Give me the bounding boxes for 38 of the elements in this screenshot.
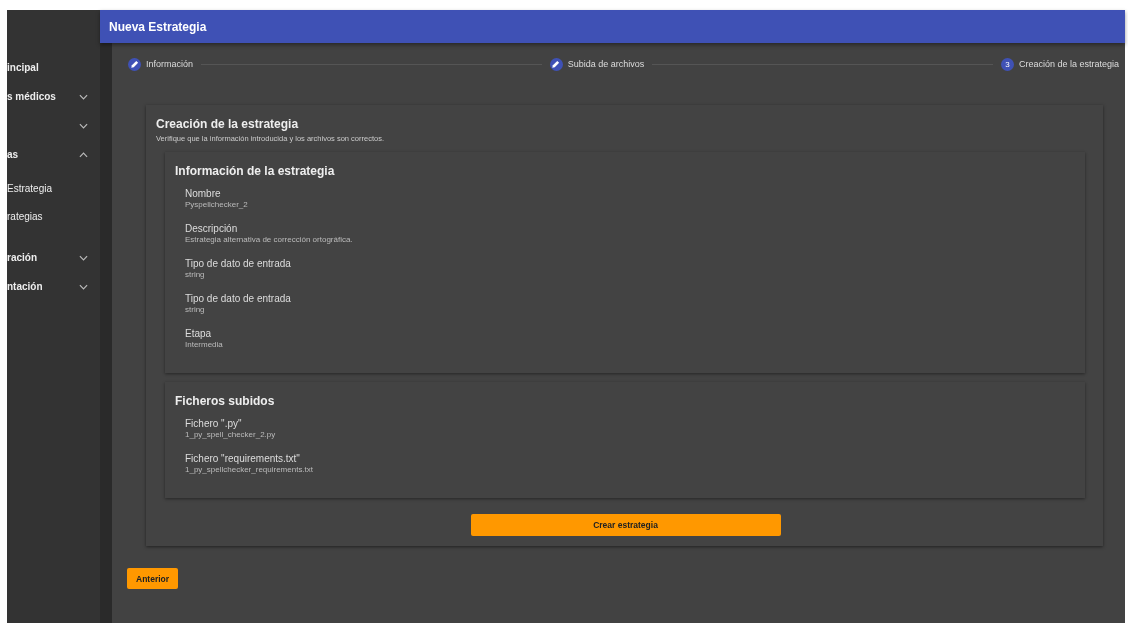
section-title: Ficheros subidos bbox=[175, 394, 276, 408]
field-value: 1_py_spell_checker_2.py bbox=[185, 430, 277, 439]
sidebar-item[interactable]: incipal bbox=[7, 62, 39, 73]
pencil-icon bbox=[549, 57, 563, 71]
sidebar-subitem[interactable]: rategias bbox=[7, 207, 100, 235]
field-label: Fichero "requirements.txt" bbox=[185, 453, 301, 464]
back-button[interactable]: Anterior bbox=[127, 568, 179, 589]
step-number: 3 bbox=[1000, 57, 1014, 71]
field-label: Descripción bbox=[185, 223, 239, 234]
card-title: Creación de la estrategia bbox=[156, 117, 300, 131]
chevron-down-icon[interactable] bbox=[79, 254, 88, 261]
field-label: Tipo de dato de entrada bbox=[185, 258, 292, 269]
field-value: string bbox=[185, 270, 206, 279]
field-value: Estrategia alternativa de corrección ortográfica. bbox=[185, 235, 354, 244]
field-label: Tipo de dato de entrada bbox=[185, 293, 292, 304]
step-label[interactable]: Creación de la estrategia bbox=[1018, 59, 1119, 69]
sidebar-item[interactable]: ración bbox=[7, 252, 37, 263]
sidebar-subitem[interactable]: Estrategia bbox=[7, 179, 100, 207]
field-label: Fichero ".py" bbox=[185, 418, 243, 429]
field-value: string bbox=[185, 305, 206, 314]
section-title: Información de la estrategia bbox=[175, 164, 336, 178]
field-label: Nombre bbox=[185, 188, 222, 199]
sidebar-item[interactable]: ntación bbox=[7, 281, 43, 292]
field-value: Pyspellchecker_2 bbox=[185, 200, 249, 209]
page-title: Nueva Estrategia bbox=[109, 19, 207, 34]
step-label[interactable]: Información bbox=[146, 59, 194, 69]
field-label: Etapa bbox=[185, 328, 213, 339]
sidebar-item[interactable]: as bbox=[7, 149, 19, 160]
step-label[interactable]: Subida de archivos bbox=[567, 59, 645, 69]
field-value: 1_py_spellchecker_requirements.txt bbox=[185, 465, 315, 474]
pencil-icon bbox=[128, 57, 141, 71]
chevron-down-icon[interactable] bbox=[79, 283, 88, 290]
field-value: Intermedia bbox=[185, 340, 224, 349]
create-button[interactable]: Crear estrategia bbox=[470, 514, 781, 536]
sidebar-item[interactable]: s médicos bbox=[7, 91, 56, 102]
chevron-down-icon[interactable] bbox=[79, 122, 88, 129]
chevron-down-icon[interactable] bbox=[79, 93, 88, 100]
chevron-up-icon[interactable] bbox=[79, 151, 88, 158]
